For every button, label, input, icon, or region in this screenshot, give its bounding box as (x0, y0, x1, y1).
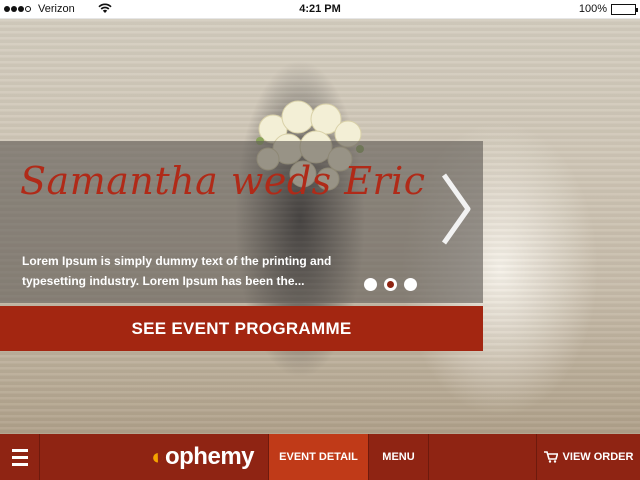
battery-group: 100% (578, 3, 638, 15)
status-bar: Verizon 4:21 PM 100% (0, 0, 640, 19)
logo-mark-icon: ◐ (151, 444, 164, 469)
tab-menu-label: MENU (382, 451, 415, 463)
pager-dot-1[interactable] (364, 278, 377, 291)
event-info-panel: Samantha weds Eric Lorem Ipsum is simply… (0, 141, 483, 303)
battery-percent: 100% (578, 3, 607, 15)
pager-dot-2[interactable] (384, 278, 397, 291)
view-order-label: VIEW ORDER (562, 451, 634, 463)
battery-icon (611, 3, 638, 15)
tab-event-detail[interactable]: EVENT DETAIL (268, 434, 368, 480)
event-description: Lorem Ipsum is simply dummy text of the … (22, 254, 332, 288)
view-order-button[interactable]: VIEW ORDER (536, 434, 640, 480)
nav-spacer (428, 434, 536, 480)
event-title: Samantha weds Eric (20, 159, 426, 203)
cart-icon (543, 451, 558, 463)
hero-background-photo: Samantha weds Eric Lorem Ipsum is simply… (0, 19, 640, 434)
slide-pager (364, 278, 417, 291)
chevron-right-icon[interactable] (438, 173, 474, 245)
ophemy-logo: ◐ ophemy (40, 434, 268, 480)
logo-text: ophemy (164, 443, 255, 470)
pager-dot-3[interactable] (404, 278, 417, 291)
status-time: 4:21 PM (299, 3, 341, 15)
tab-menu[interactable]: MENU (368, 434, 428, 480)
tab-event-detail-label: EVENT DETAIL (279, 451, 358, 463)
bottom-nav-bar: ◐ ophemy EVENT DETAIL MENU VIEW ORDER (0, 434, 640, 480)
hamburger-icon[interactable] (0, 434, 40, 480)
see-event-programme-button[interactable]: SEE EVENT PROGRAMME (0, 306, 483, 351)
